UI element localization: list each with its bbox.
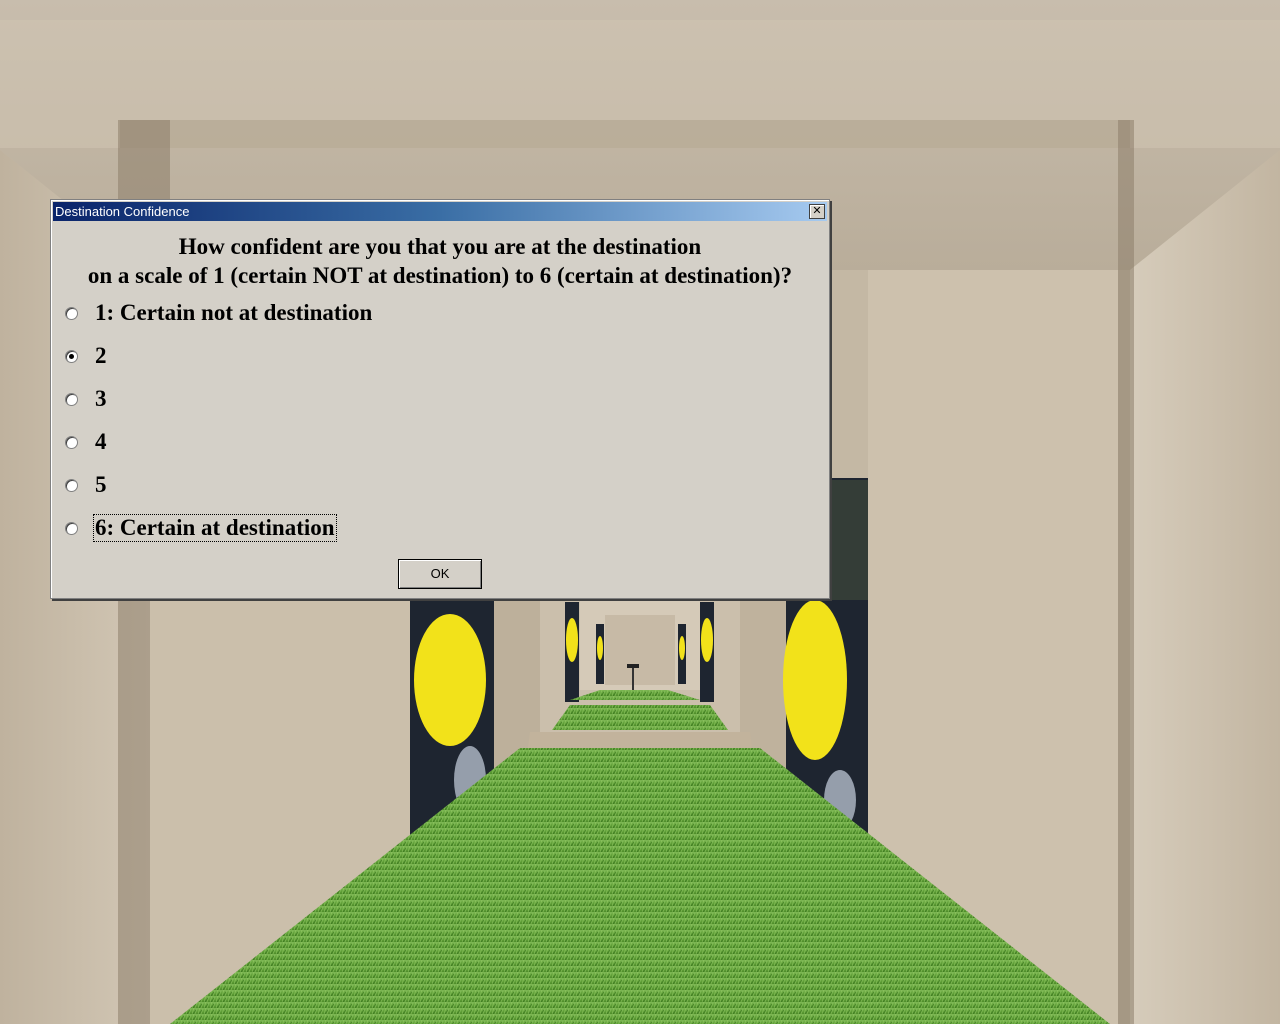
ok-button[interactable]: OK [398, 559, 482, 589]
option-label-5: 5 [95, 472, 107, 497]
right-wall [1130, 150, 1280, 1024]
question-text: How confident are you that you are at th… [51, 232, 829, 290]
poster-left-far [596, 624, 604, 684]
ceiling-edge-shadow [120, 120, 1130, 148]
radio-button-4[interactable] [65, 435, 78, 449]
radio-option-2[interactable]: 2 [65, 341, 108, 371]
option-label-1: 1: Certain not at destination [95, 300, 373, 325]
option-label-3: 3 [95, 386, 107, 411]
radio-option-5[interactable]: 5 [65, 470, 108, 500]
dialog-title: Destination Confidence [55, 204, 190, 219]
radio-button-6[interactable] [65, 521, 78, 535]
option-label-2: 2 [95, 343, 107, 368]
radio-option-4[interactable]: 4 [65, 427, 108, 457]
radio-button-2[interactable] [65, 349, 78, 363]
floor-mid [552, 705, 728, 730]
radio-option-1[interactable]: 1: Certain not at destination [65, 298, 373, 328]
far-object-top [627, 664, 639, 668]
option-label-4: 4 [95, 429, 107, 454]
floor-threshold [528, 732, 752, 748]
question-line-2: on a scale of 1 (certain NOT at destinat… [87, 263, 793, 288]
right-door-frame [1118, 120, 1134, 1024]
poster-right-mid [700, 602, 714, 702]
poster-left-mid [565, 602, 579, 702]
radio-option-3[interactable]: 3 [65, 384, 108, 414]
destination-confidence-dialog: Destination Confidence ✕ How confident a… [50, 199, 830, 599]
radio-button-1[interactable] [65, 306, 78, 320]
close-icon: ✕ [812, 204, 822, 217]
dialog-titlebar[interactable]: Destination Confidence ✕ [53, 202, 827, 221]
question-line-1: How confident are you that you are at th… [178, 234, 702, 259]
far-room-inner [605, 615, 675, 685]
radio-option-6[interactable]: 6: Certain at destination [65, 513, 337, 543]
poster-right-far [678, 624, 686, 684]
option-label-6: 6: Certain at destination [93, 514, 337, 542]
radio-button-3[interactable] [65, 392, 78, 406]
close-button[interactable]: ✕ [809, 204, 825, 219]
radio-button-5[interactable] [65, 478, 78, 492]
